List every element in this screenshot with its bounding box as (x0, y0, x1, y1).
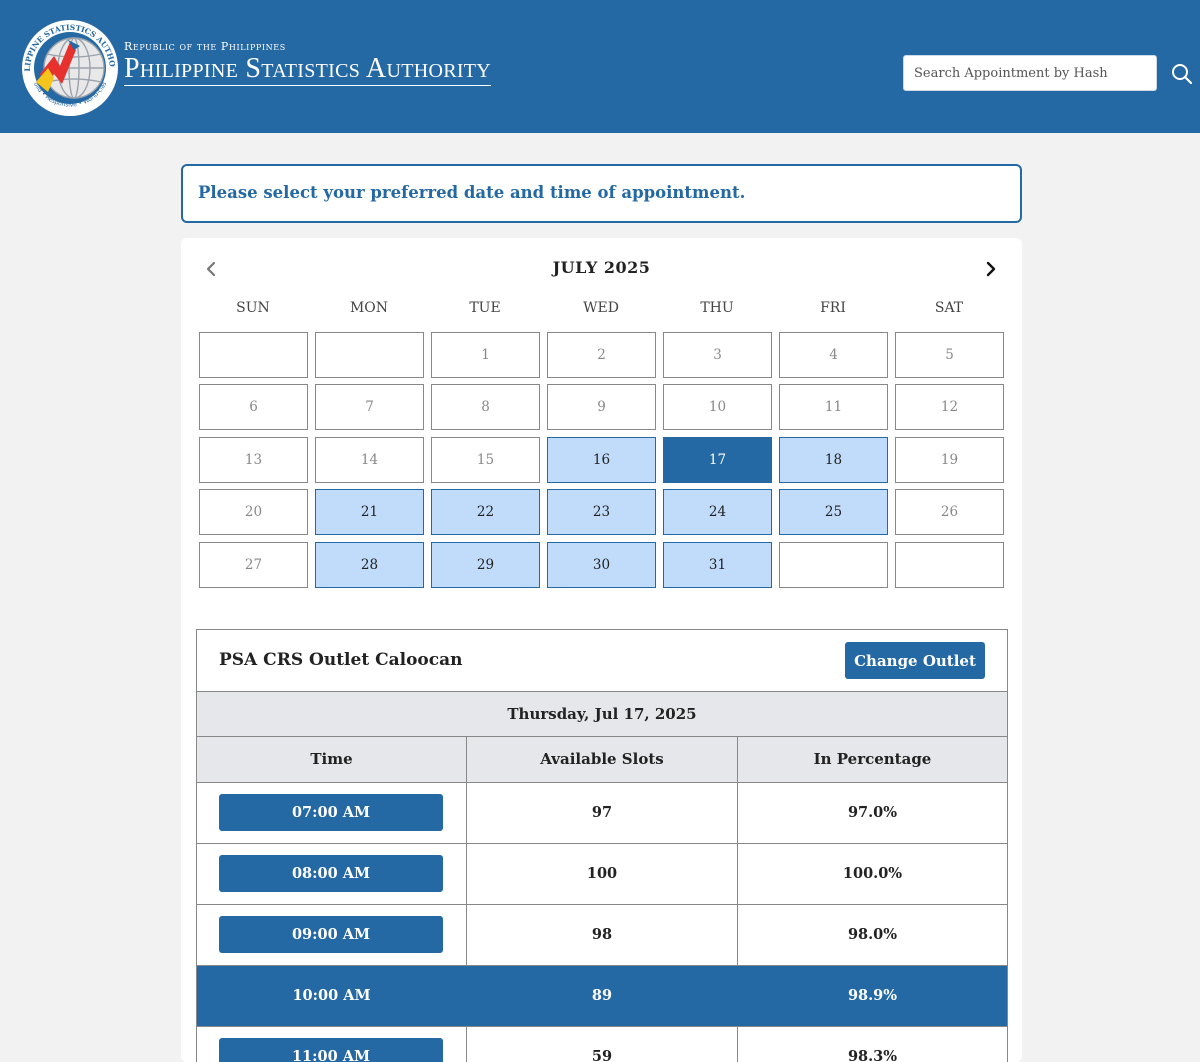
available-slots-value: 98 (591, 926, 613, 943)
calendar-day-3: 3 (663, 332, 772, 378)
calendar-month-label: JULY 2025 (552, 258, 651, 277)
percentage-value: 98.9% (847, 987, 898, 1004)
available-slots-value: 89 (591, 987, 613, 1004)
available-slots-value: 97 (591, 804, 613, 821)
outlet-name: PSA CRS Outlet Caloocan (219, 650, 463, 670)
calendar-day-18[interactable]: 18 (779, 437, 888, 483)
percentage-value: 100.0% (842, 865, 903, 882)
calendar-day-29[interactable]: 29 (431, 542, 540, 588)
weekday-mon: MON (349, 300, 389, 316)
calendar-day-7: 7 (315, 384, 424, 430)
time-slot-button[interactable]: 07:00 AM (219, 794, 443, 831)
calendar-day-empty (895, 542, 1004, 588)
calendar-day-19: 19 (895, 437, 1004, 483)
calendar-day-12: 12 (895, 384, 1004, 430)
time-slot-button[interactable]: 10:00 AM (197, 966, 466, 1026)
calendar-day-2: 2 (547, 332, 656, 378)
calendar-day-24[interactable]: 24 (663, 489, 772, 535)
time-slot-button[interactable]: 09:00 AM (219, 916, 443, 953)
calendar-day-23[interactable]: 23 (547, 489, 656, 535)
calendar-day-14: 14 (315, 437, 424, 483)
weekday-thu: THU (700, 300, 734, 316)
calendar-day-31[interactable]: 31 (663, 542, 772, 588)
calendar-day-13: 13 (199, 437, 308, 483)
calendar-day-6: 6 (199, 384, 308, 430)
site-title: Philippine Statistics Authority (124, 53, 492, 86)
calendar-day-empty (779, 542, 888, 588)
search-icon[interactable] (1170, 62, 1194, 86)
slot-row: 11:00 AM 59 98.3% (197, 1027, 1007, 1062)
instruction-text: Please select your preferred date and ti… (198, 183, 746, 202)
available-slots-value: 59 (591, 1048, 613, 1062)
weekday-sun: SUN (236, 300, 270, 316)
selected-date-header: Thursday, Jul 17, 2025 (197, 691, 1007, 737)
slots-table-header: Time Available Slots In Percentage (197, 737, 1007, 783)
percentage-value: 98.0% (847, 926, 898, 943)
calendar-day-empty (315, 332, 424, 378)
site-title-block: Republic of the Philippines Philippine S… (124, 40, 492, 86)
republic-subtitle: Republic of the Philippines (124, 40, 286, 53)
appointment-card: JULY 2025 PSA CRS Outlet Caloocan Change… (181, 238, 1022, 1062)
slot-row: 10:00 AM 89 98.9% (197, 966, 1007, 1027)
calendar-day-20: 20 (199, 489, 308, 535)
calendar-day-22[interactable]: 22 (431, 489, 540, 535)
calendar-day-8: 8 (431, 384, 540, 430)
weekday-tue: TUE (469, 300, 501, 316)
percentage-value: 97.0% (847, 804, 898, 821)
percentage-value: 98.3% (847, 1048, 898, 1062)
calendar-day-15: 15 (431, 437, 540, 483)
outlet-panel: PSA CRS Outlet Caloocan Change Outlet Th… (196, 629, 1008, 1062)
calendar-day-21[interactable]: 21 (315, 489, 424, 535)
weekday-fri: FRI (820, 300, 846, 316)
calendar-day-17[interactable]: 17 (663, 437, 772, 483)
slot-row: 08:00 AM 100 100.0% (197, 844, 1007, 905)
column-header-available: Available Slots (540, 750, 664, 768)
change-outlet-button[interactable]: Change Outlet (845, 642, 985, 679)
calendar-day-4: 4 (779, 332, 888, 378)
weekday-wed: WED (583, 300, 619, 316)
calendar-day-28[interactable]: 28 (315, 542, 424, 588)
search-input[interactable] (903, 55, 1157, 91)
site-header: PHILIPPINE STATISTICS AUTHORITY Solid • … (0, 0, 1200, 133)
time-slot-button[interactable]: 08:00 AM (219, 855, 443, 892)
calendar-day-5: 5 (895, 332, 1004, 378)
time-slot-button[interactable]: 11:00 AM (219, 1038, 443, 1062)
calendar-day-27: 27 (199, 542, 308, 588)
column-header-time: Time (310, 750, 353, 768)
calendar-day-9: 9 (547, 384, 656, 430)
calendar-day-30[interactable]: 30 (547, 542, 656, 588)
psa-logo-icon: PHILIPPINE STATISTICS AUTHORITY Solid • … (18, 12, 118, 116)
calendar-day-25[interactable]: 25 (779, 489, 888, 535)
calendar-day-11: 11 (779, 384, 888, 430)
calendar-day-empty (199, 332, 308, 378)
slot-row: 07:00 AM 97 97.0% (197, 783, 1007, 844)
instruction-notice: Please select your preferred date and ti… (181, 164, 1022, 223)
available-slots-value: 100 (586, 865, 618, 882)
calendar-day-10: 10 (663, 384, 772, 430)
weekday-sat: SAT (934, 300, 964, 316)
column-header-percentage: In Percentage (813, 750, 932, 768)
calendar-day-26: 26 (895, 489, 1004, 535)
calendar-day-1: 1 (431, 332, 540, 378)
chevron-right-icon[interactable] (981, 258, 1001, 280)
calendar-day-16[interactable]: 16 (547, 437, 656, 483)
slot-row: 09:00 AM 98 98.0% (197, 905, 1007, 966)
